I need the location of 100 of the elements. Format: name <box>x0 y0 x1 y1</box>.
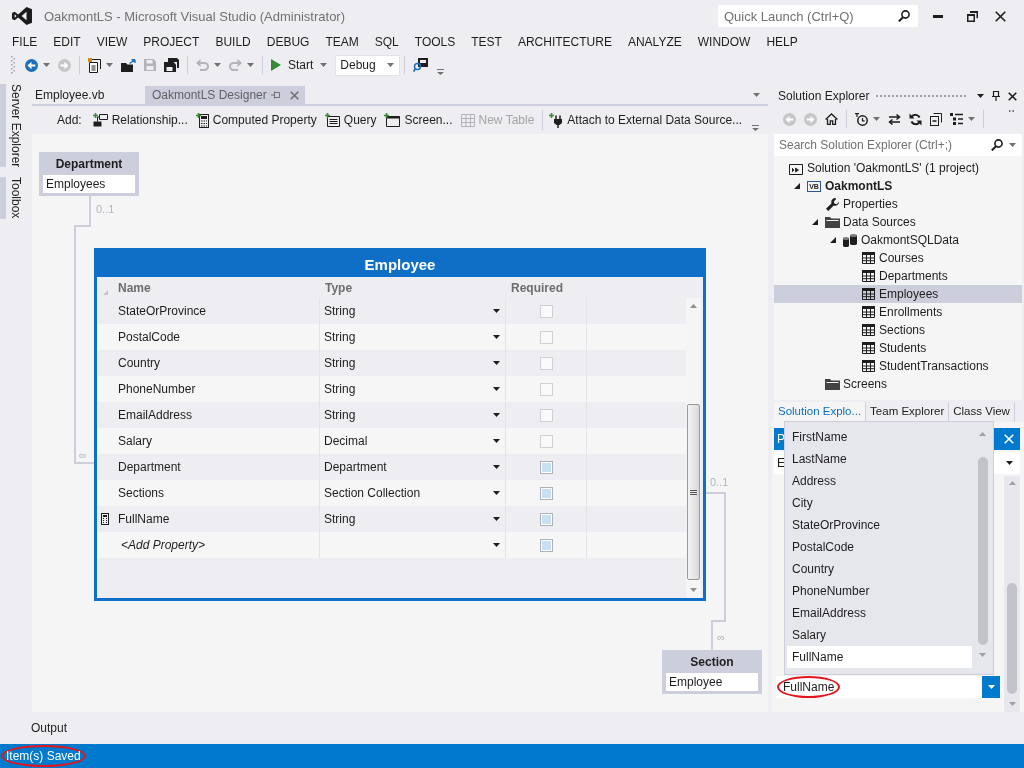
close-icon <box>1004 434 1014 444</box>
dropdown-option[interactable]: LastName <box>787 448 972 470</box>
table-cell: <Add Property> <box>121 539 206 551</box>
grip-icon <box>690 489 697 495</box>
checkbox[interactable] <box>539 434 553 448</box>
dropdown-option[interactable]: Address <box>787 470 972 492</box>
overflow-button[interactable] <box>751 125 760 131</box>
menu-item[interactable]: SQL <box>366 32 407 52</box>
menu-item[interactable]: FILE <box>4 32 46 52</box>
tree-item[interactable]: Data Sources <box>774 213 1022 231</box>
caret-icon <box>493 491 500 495</box>
caret-icon <box>493 517 500 521</box>
document-tab[interactable]: Employee.vb <box>28 86 145 104</box>
search-icon <box>898 10 910 22</box>
dropdown-option[interactable]: Country <box>787 558 972 580</box>
menu-item[interactable]: WINDOW <box>689 32 759 52</box>
caret-icon <box>753 93 760 97</box>
plug-icon <box>549 112 564 128</box>
dropdown-option[interactable]: PhoneNumber <box>787 580 972 602</box>
tree-item[interactable]: OakmontSQLData <box>774 231 1022 249</box>
menu-item[interactable]: TEAM <box>317 32 367 52</box>
tree-item[interactable]: Sections <box>774 321 1022 339</box>
toolbar-button[interactable]: Relationship... <box>89 109 191 131</box>
tree-item[interactable]: Solution 'OakmontLS' (1 project) <box>774 159 1022 177</box>
dropdown-option[interactable]: PostalCode <box>787 536 972 558</box>
save-all-icon <box>164 58 179 72</box>
document-tab[interactable]: OakmontLS Designer <box>145 86 305 104</box>
start-button[interactable]: Start <box>267 54 332 76</box>
folder-icon <box>824 378 840 390</box>
tree-item[interactable]: Employees <box>774 285 1022 303</box>
tree-item[interactable]: Screens <box>774 375 1022 393</box>
column-header: Name <box>118 280 151 295</box>
dropdown-option[interactable]: Salary <box>787 624 972 646</box>
dropdown-option[interactable]: FullName <box>787 646 972 668</box>
menu-item[interactable]: VIEW <box>88 32 136 52</box>
menu-item[interactable]: ARCHITECTURE <box>509 32 620 52</box>
menu-item[interactable]: TOOLS <box>406 32 464 52</box>
caret-icon <box>247 63 254 67</box>
arrow-down-icon <box>1008 702 1016 706</box>
redo-icon <box>229 59 242 71</box>
side-tab[interactable]: Toolbox <box>0 177 24 219</box>
caret-icon <box>873 117 880 121</box>
caret-icon <box>493 543 500 547</box>
side-tab[interactable]: Server Explorer <box>0 84 24 168</box>
multiplicity-label: 0..1 <box>96 204 115 215</box>
menu-item[interactable]: EDIT <box>45 32 89 52</box>
tree-item[interactable]: StudentTransactions <box>774 357 1022 375</box>
tree-item[interactable]: Departments <box>774 267 1022 285</box>
table-icon <box>861 270 875 282</box>
toolbar-button[interactable]: Query <box>321 109 380 131</box>
checkbox[interactable] <box>539 304 553 318</box>
checkbox[interactable] <box>539 356 553 370</box>
quick-launch-field[interactable]: Quick Launch (Ctrl+Q) <box>718 5 918 27</box>
home-icon <box>825 113 838 125</box>
caret-icon <box>493 439 500 443</box>
menu-item[interactable]: HELP <box>758 32 806 52</box>
save-icon <box>144 59 156 71</box>
dropdown-option[interactable]: FirstName <box>787 426 972 448</box>
dropdown-option[interactable]: City <box>787 492 972 514</box>
caret-icon <box>106 63 113 67</box>
configuration-dropdown[interactable]: Debug <box>335 54 401 76</box>
scrollbar[interactable] <box>1004 476 1020 712</box>
entity-box[interactable]: Department Employees <box>39 152 139 196</box>
tree-item[interactable]: Students <box>774 339 1022 357</box>
clock-icon <box>855 112 868 126</box>
combo-box[interactable]: FullName <box>776 676 1000 698</box>
tree-item[interactable]: Courses <box>774 249 1022 267</box>
checkbox[interactable] <box>539 330 553 344</box>
checkbox[interactable] <box>539 382 553 396</box>
multiplicity-label: 0..1 <box>710 477 729 488</box>
sort-icon <box>102 290 108 295</box>
caret-icon <box>320 63 328 67</box>
menu-item[interactable]: DEBUG <box>258 32 318 52</box>
arrow-up-icon <box>1008 481 1016 485</box>
panel-tab[interactable]: Output <box>28 722 71 734</box>
checkbox[interactable] <box>539 408 553 422</box>
menu-item[interactable]: PROJECT <box>135 32 208 52</box>
panel-tab[interactable]: Solution Explo... <box>774 402 867 422</box>
entity-box[interactable]: Section Employee <box>662 650 762 694</box>
search-field[interactable]: Search Solution Explorer (Ctrl+;) <box>774 134 1022 156</box>
menu-item[interactable]: BUILD <box>207 32 259 52</box>
folder-icon <box>824 216 840 228</box>
dropdown-option[interactable]: StateOrProvince <box>787 514 972 536</box>
scrollbar[interactable] <box>686 298 701 598</box>
menu-item[interactable]: ANALYZE <box>619 32 690 52</box>
toolbar-button[interactable]: Screen... <box>381 109 456 131</box>
toolbar-button[interactable]: Attach to External Data Source... <box>546 109 746 131</box>
column-header: Required <box>511 280 563 295</box>
overflow-button[interactable] <box>436 69 446 75</box>
tree-item[interactable]: Properties <box>774 195 1022 213</box>
entity-title: Section <box>690 655 734 668</box>
toolbar-button[interactable]: Computed Property <box>192 109 320 131</box>
entity-table[interactable] <box>94 248 706 601</box>
table-cell: Salary <box>118 435 152 447</box>
refresh-icon <box>909 112 922 126</box>
menu-item[interactable]: TEST <box>463 32 510 52</box>
close-icon <box>290 90 299 100</box>
dropdown-option[interactable]: EmailAddress <box>787 602 972 624</box>
tree-item[interactable]: Enrollments <box>774 303 1022 321</box>
object-name: E <box>777 457 785 469</box>
